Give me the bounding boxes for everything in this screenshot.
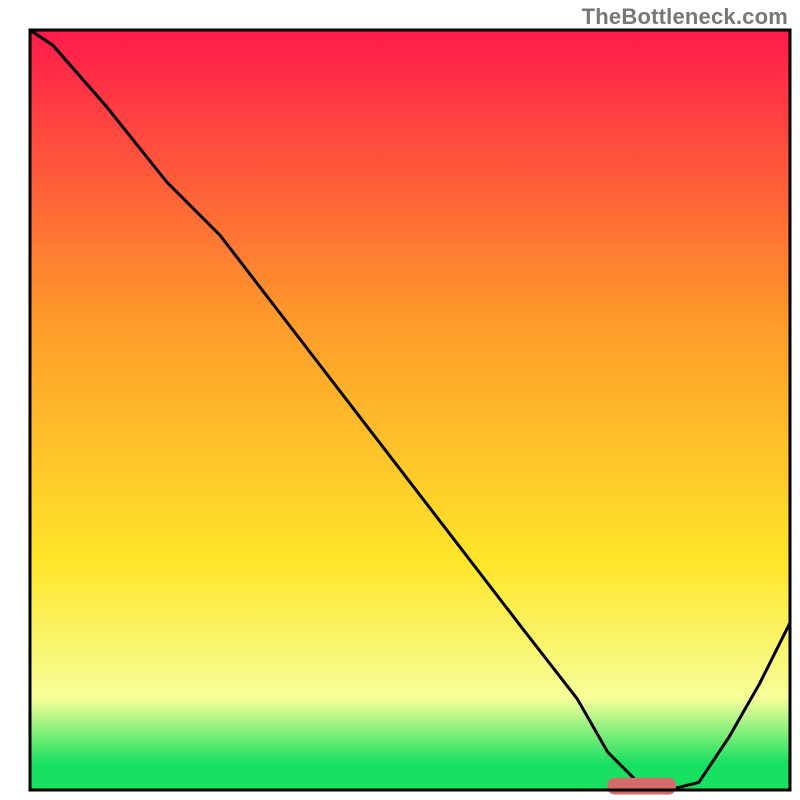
chart-svg [0, 0, 800, 800]
watermark-text: TheBottleneck.com [582, 4, 788, 30]
heatmap-bg [30, 30, 790, 790]
plot-area [30, 30, 790, 795]
optimal-marker [608, 778, 676, 795]
